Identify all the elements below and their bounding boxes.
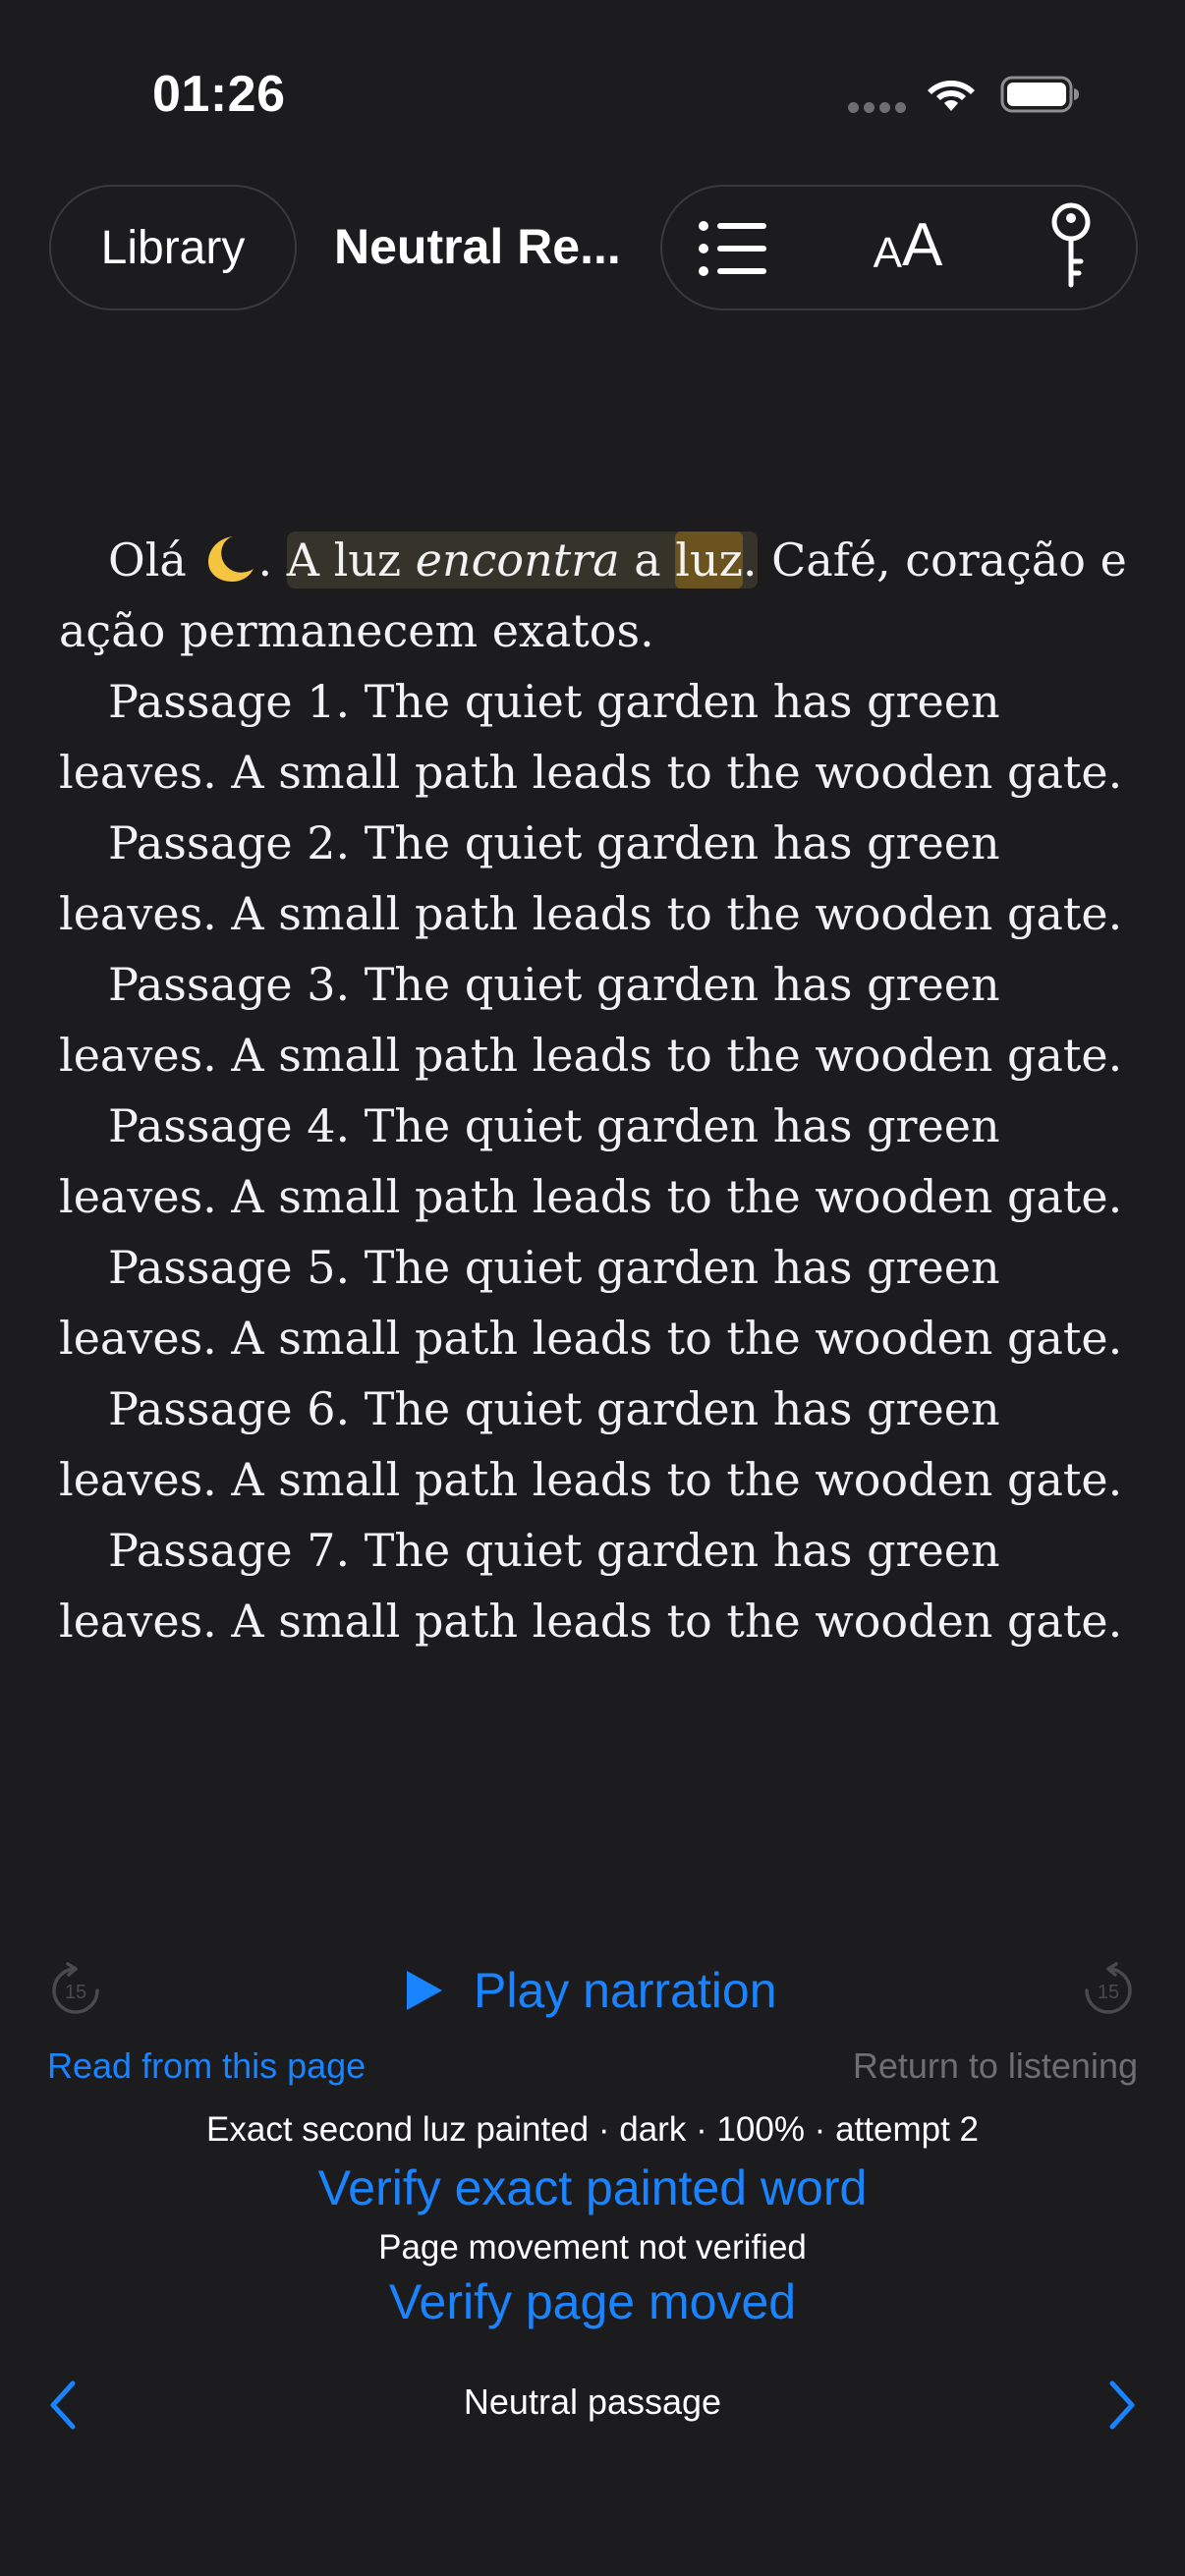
skip-forward-15-icon[interactable]: 15	[1079, 1961, 1138, 2020]
sentence-end: .	[742, 533, 758, 587]
font-size-icon[interactable]: A A	[861, 208, 955, 281]
table-of-contents-icon[interactable]	[696, 214, 770, 283]
sentence-mid: a	[619, 533, 676, 587]
passage-paragraph: Passage 7. The quiet garden has green le…	[59, 1524, 1123, 1648]
return-to-listening-link[interactable]: Return to listening	[853, 2045, 1138, 2087]
library-label: Library	[100, 221, 246, 274]
reading-content[interactable]: Olá . A luz encontra a luz. Café, coraçã…	[59, 525, 1140, 1656]
library-button[interactable]: Library	[49, 185, 297, 310]
font-small-glyph: A	[873, 229, 902, 277]
passage-paragraph: Passage 6. The quiet garden has green le…	[59, 1382, 1123, 1506]
painted-word-status: Exact second luz painted · dark · 100% ·…	[206, 2110, 979, 2149]
read-from-page-link[interactable]: Read from this page	[47, 2045, 366, 2087]
play-icon	[407, 1971, 442, 2010]
signal-dots-icon	[848, 102, 907, 114]
passage-paragraph: Passage 3. The quiet garden has green le…	[59, 958, 1123, 1082]
skip-back-seconds: 15	[65, 1982, 86, 2003]
sentence-start: A luz	[286, 533, 416, 587]
battery-icon	[1000, 76, 1079, 113]
opening-paragraph: Olá . A luz encontra a luz. Café, coraçã…	[59, 525, 1140, 666]
greeting-text: Olá	[108, 533, 187, 587]
sentence-italic-word: encontra	[415, 533, 620, 587]
passage-paragraph: Passage 4. The quiet garden has green le…	[59, 1099, 1123, 1223]
font-big-glyph: A	[902, 210, 943, 279]
skip-back-15-icon[interactable]: 15	[46, 1961, 105, 2020]
book-title: Neutral Re...	[334, 219, 621, 274]
current-sentence-highlight[interactable]: A luz encontra a luz.	[286, 532, 758, 588]
passage-paragraph: Passage 2. The quiet garden has green le…	[59, 816, 1123, 940]
verify-page-moved-button[interactable]: Verify page moved	[0, 2273, 1185, 2330]
passage-paragraph: Passage 1. The quiet garden has green le…	[59, 675, 1123, 799]
current-word-highlight[interactable]: luz	[675, 532, 743, 588]
wifi-icon	[928, 81, 975, 111]
skip-forward-seconds: 15	[1098, 1982, 1119, 2003]
key-icon[interactable]	[1042, 196, 1100, 295]
passage-paragraph: Passage 5. The quiet garden has green le…	[59, 1241, 1123, 1365]
status-time: 01:26	[152, 66, 286, 123]
crescent-moon-icon	[208, 536, 254, 582]
emoji-punctuation: .	[257, 533, 273, 587]
play-narration-button[interactable]: Play narration	[403, 1955, 777, 2026]
page-movement-status: Page movement not verified	[378, 2228, 807, 2267]
page-label: Neutral passage	[463, 2381, 722, 2422]
play-narration-label: Play narration	[474, 1963, 777, 2018]
chevron-right-icon[interactable]	[1102, 2378, 1142, 2433]
verify-painted-word-button[interactable]: Verify exact painted word	[0, 2159, 1185, 2216]
